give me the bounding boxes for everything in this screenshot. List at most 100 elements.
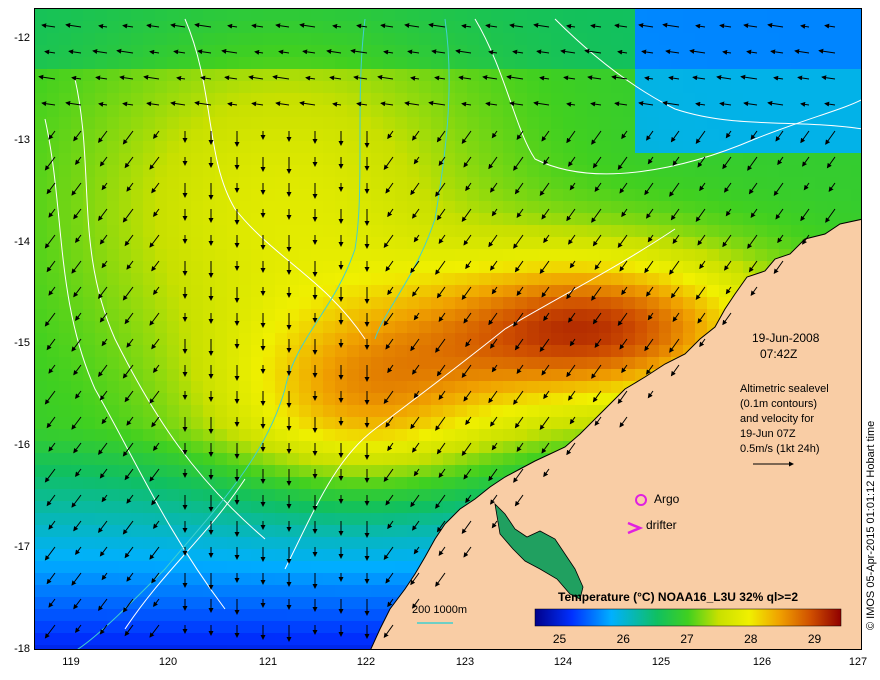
sst-cell (35, 201, 47, 213)
sst-cell (275, 333, 287, 345)
sst-cell (395, 309, 407, 321)
sst-cell (839, 165, 851, 177)
sst-cell (455, 429, 467, 441)
sst-cell (827, 57, 839, 69)
sst-cell (107, 489, 119, 501)
sst-cell (791, 129, 803, 141)
sst-cell (851, 33, 861, 45)
sst-cell (311, 297, 323, 309)
sst-cell (491, 165, 503, 177)
sst-cell (455, 297, 467, 309)
sst-cell (827, 45, 839, 57)
sst-cell (251, 165, 263, 177)
sst-cell (359, 477, 371, 489)
sst-cell (683, 141, 695, 153)
sst-cell (647, 105, 659, 117)
sst-cell (239, 393, 251, 405)
sst-cell (359, 585, 371, 597)
sst-cell (95, 561, 107, 573)
sst-cell (851, 105, 861, 117)
sst-cell (143, 81, 155, 93)
sst-cell (611, 309, 623, 321)
sst-cell (335, 69, 347, 81)
sst-cell (623, 153, 635, 165)
sst-cell (131, 501, 143, 513)
sst-cell (59, 189, 71, 201)
sst-cell (251, 633, 263, 645)
sst-cell (347, 609, 359, 621)
sst-cell (743, 189, 755, 201)
sst-cell (359, 429, 371, 441)
sst-cell (359, 597, 371, 609)
sst-cell (311, 93, 323, 105)
sst-cell (95, 369, 107, 381)
sst-cell (263, 165, 275, 177)
sst-cell (347, 189, 359, 201)
sst-cell (35, 525, 47, 537)
sst-cell (167, 9, 179, 21)
sst-cell (455, 33, 467, 45)
sst-cell (119, 21, 131, 33)
sst-cell (275, 645, 287, 649)
sst-cell (395, 213, 407, 225)
sst-cell (467, 285, 479, 297)
sst-cell (515, 225, 527, 237)
sst-cell (791, 213, 803, 225)
sst-cell (731, 261, 743, 273)
sst-cell (299, 549, 311, 561)
sst-cell (71, 429, 83, 441)
sst-cell (119, 465, 131, 477)
sst-cell (347, 369, 359, 381)
sst-cell (155, 9, 167, 21)
sst-cell (83, 585, 95, 597)
sst-cell (383, 345, 395, 357)
sst-cell (743, 165, 755, 177)
sst-cell (347, 549, 359, 561)
sst-cell (359, 33, 371, 45)
sst-cell (107, 549, 119, 561)
sst-cell (659, 213, 671, 225)
sst-cell (215, 273, 227, 285)
sst-cell (827, 165, 839, 177)
sst-cell (467, 321, 479, 333)
sst-cell (371, 129, 383, 141)
sst-cell (323, 561, 335, 573)
sst-cell (491, 189, 503, 201)
sst-cell (371, 537, 383, 549)
sst-cell (35, 405, 47, 417)
sst-cell (851, 201, 861, 213)
sst-cell (491, 93, 503, 105)
sst-cell (467, 153, 479, 165)
sst-cell (347, 117, 359, 129)
sst-cell (539, 81, 551, 93)
sst-cell (215, 369, 227, 381)
sst-cell (215, 93, 227, 105)
sst-cell (143, 9, 155, 21)
sst-cell (563, 381, 575, 393)
sst-cell (335, 561, 347, 573)
sst-cell (131, 321, 143, 333)
sst-cell (455, 489, 467, 501)
lat-tick: -15 (14, 337, 30, 349)
sst-cell (59, 537, 71, 549)
sst-cell (383, 489, 395, 501)
sst-cell (659, 69, 671, 81)
sst-cell (695, 321, 707, 333)
sst-cell (323, 105, 335, 117)
sst-cell (431, 249, 443, 261)
sst-cell (35, 393, 47, 405)
sst-cell (623, 81, 635, 93)
sst-cell (491, 141, 503, 153)
sst-cell (143, 165, 155, 177)
sst-cell (479, 381, 491, 393)
sst-cell (251, 417, 263, 429)
sst-cell (611, 249, 623, 261)
sst-cell (587, 33, 599, 45)
sst-cell (443, 321, 455, 333)
sst-cell (383, 165, 395, 177)
sst-cell (83, 69, 95, 81)
sst-cell (479, 237, 491, 249)
sst-cell (59, 405, 71, 417)
sst-cell (191, 309, 203, 321)
sst-cell (611, 297, 623, 309)
